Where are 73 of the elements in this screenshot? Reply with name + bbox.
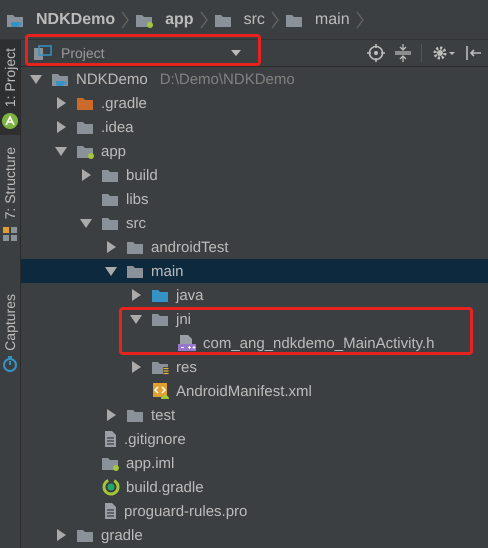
stopwatch-icon [2, 356, 18, 372]
breadcrumb-item[interactable]: src [214, 10, 265, 28]
project-folder-icon [51, 71, 71, 87]
tree-item[interactable]: .idea [21, 115, 488, 139]
breadcrumb-item[interactable]: app [135, 10, 194, 28]
chevron-icon [270, 10, 279, 30]
structure-icon [2, 226, 18, 242]
tree-item[interactable]: gradle [21, 523, 488, 547]
tree-item[interactable]: libs [21, 187, 488, 211]
collapsed-arrow-icon[interactable] [54, 96, 68, 110]
collapsed-arrow-icon[interactable] [79, 168, 93, 182]
folder-icon [76, 119, 96, 135]
tool-window-tab[interactable]: 7: Structure [0, 139, 20, 248]
module-folder-icon [76, 143, 96, 159]
folder-icon [126, 407, 146, 423]
tree-item[interactable]: proguard-rules.pro [21, 499, 488, 523]
expanded-arrow-icon[interactable] [104, 264, 118, 278]
folder-icon [126, 263, 146, 279]
project-path: D:\Demo\NDKDemo [160, 70, 295, 88]
tree-item[interactable]: build [21, 163, 488, 187]
tree-item[interactable]: .gradle [21, 91, 488, 115]
tree-item[interactable]: main [21, 259, 488, 283]
breadcrumb-item[interactable]: main [284, 10, 350, 28]
module-file-icon [101, 455, 121, 471]
tool-window-tab[interactable]: 1: Project [0, 40, 20, 136]
manifest-file-icon [151, 382, 171, 400]
expanded-arrow-icon[interactable] [79, 216, 93, 230]
folder-icon [101, 191, 121, 207]
chevron-icon [200, 10, 208, 30]
tree-item[interactable]: java [21, 283, 488, 307]
tree-item[interactable]: src [21, 211, 488, 235]
dropdown-arrow-icon [231, 50, 241, 56]
folder-icon [76, 95, 96, 111]
tree-item[interactable]: NDKDemo D:\Demo\NDKDemo [21, 67, 488, 91]
chevron-icon [356, 10, 364, 30]
tree-item[interactable]: app [21, 139, 488, 163]
tree-item[interactable]: AndroidManifest.xml [21, 379, 488, 403]
tree-item[interactable]: app.iml [21, 451, 488, 475]
tree-item[interactable]: test [21, 403, 488, 427]
tree-item[interactable]: com_ang_ndkdemo_MainActivity.h [21, 331, 488, 355]
tree-item[interactable]: res [21, 355, 488, 379]
folder-icon [101, 215, 121, 231]
chevron-icon [121, 10, 130, 30]
expanded-arrow-icon[interactable] [129, 312, 143, 326]
resource-folder-icon [151, 359, 171, 375]
expanded-arrow-icon[interactable] [54, 144, 68, 158]
collapsed-arrow-icon[interactable] [129, 360, 143, 374]
tree-item[interactable]: .gitignore [21, 427, 488, 451]
folder-icon [101, 167, 121, 183]
project-view-icon [33, 45, 53, 61]
settings-icon[interactable] [432, 44, 456, 62]
view-selector[interactable]: Project [31, 42, 241, 64]
collapsed-arrow-icon[interactable] [54, 528, 68, 542]
folder-icon [151, 287, 171, 303]
folder-icon [126, 239, 146, 255]
cpp-header-file-icon [176, 334, 198, 352]
gradle-file-icon [101, 477, 121, 497]
expanded-arrow-icon[interactable] [29, 72, 43, 86]
collapsed-arrow-icon[interactable] [54, 120, 68, 134]
tree-item[interactable]: build.gradle [21, 475, 488, 499]
collapse-all-icon[interactable] [395, 44, 411, 62]
tool-window-tab[interactable]: Captures [0, 286, 20, 378]
collapsed-arrow-icon[interactable] [129, 288, 143, 302]
android-icon [2, 113, 18, 130]
collapsed-arrow-icon[interactable] [104, 408, 118, 422]
locate-icon[interactable] [367, 44, 385, 62]
folder-icon [151, 311, 171, 327]
folder-icon [76, 527, 96, 543]
collapsed-arrow-icon[interactable] [104, 240, 118, 254]
breadcrumb-item[interactable]: NDKDemo [6, 10, 116, 28]
tree-item[interactable]: jni [21, 307, 488, 331]
tree-item[interactable]: androidTest [21, 235, 488, 259]
hide-panel-icon[interactable] [466, 44, 482, 62]
